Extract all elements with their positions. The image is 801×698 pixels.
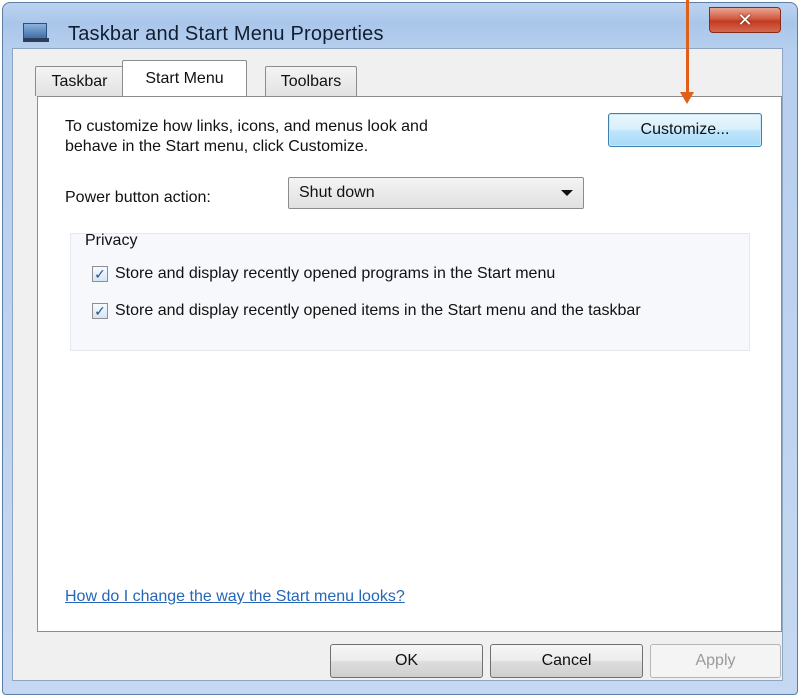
title-bar[interactable]: Taskbar and Start Menu Properties ✕ — [3, 3, 797, 49]
checkmark-icon: ✓ — [94, 303, 106, 319]
annotation-arrow-line — [686, 0, 689, 95]
power-button-action-value: Shut down — [299, 184, 375, 201]
privacy-group — [70, 233, 750, 351]
annotation-arrow-head — [680, 92, 694, 104]
chevron-down-icon — [561, 190, 573, 196]
ok-button[interactable]: OK — [330, 644, 483, 678]
cancel-button[interactable]: Cancel — [490, 644, 643, 678]
recent-items-label[interactable]: Store and display recently opened items … — [115, 301, 750, 320]
tab-taskbar[interactable]: Taskbar — [35, 66, 124, 96]
window-title: Taskbar and Start Menu Properties — [68, 23, 384, 45]
power-button-action-dropdown[interactable]: Shut down — [288, 177, 584, 209]
recent-programs-checkbox[interactable]: ✓ — [92, 266, 108, 282]
power-button-action-label: Power button action: — [65, 189, 211, 206]
customize-button[interactable]: Customize... — [608, 113, 762, 147]
privacy-group-title: Privacy — [85, 232, 138, 249]
apply-button[interactable]: Apply — [650, 644, 781, 678]
taskbar-icon — [23, 23, 49, 43]
tab-toolbars[interactable]: Toolbars — [265, 66, 357, 96]
customize-instructions: To customize how links, icons, and menus… — [65, 118, 428, 155]
recent-items-checkbox[interactable]: ✓ — [92, 303, 108, 319]
help-link[interactable]: How do I change the way the Start menu l… — [65, 588, 405, 606]
recent-programs-label[interactable]: Store and display recently opened progra… — [115, 264, 735, 283]
close-button[interactable]: ✕ — [709, 7, 781, 33]
checkmark-icon: ✓ — [94, 266, 106, 282]
tab-start-menu[interactable]: Start Menu — [122, 60, 247, 96]
